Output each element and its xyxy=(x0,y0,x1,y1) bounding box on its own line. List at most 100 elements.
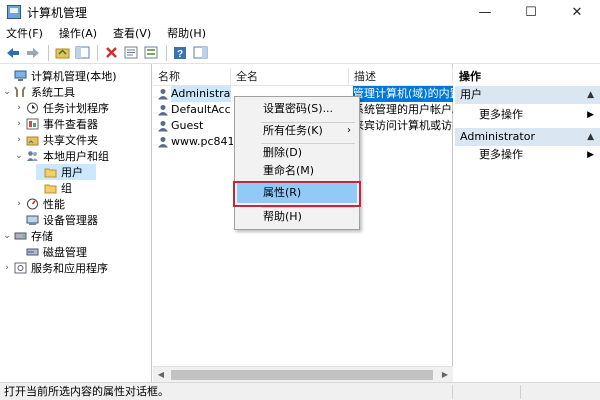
ctx-rename[interactable]: 重命名(M) xyxy=(237,161,357,181)
computer-management-icon xyxy=(14,70,27,82)
tree-item-users[interactable]: 用户 xyxy=(36,164,96,180)
tree-item-shared-folders[interactable]: › 共享文件夹 xyxy=(14,132,98,148)
more-actions-users[interactable]: 更多操作 ▶ xyxy=(455,106,600,124)
action-pane-icon[interactable] xyxy=(191,44,209,62)
user-name: Administrat... xyxy=(171,86,231,102)
scroll-left-icon[interactable]: ◀ xyxy=(153,367,169,383)
window-title: 计算机管理 xyxy=(27,5,88,20)
tree-item-task-scheduler[interactable]: › 任务计划程序 xyxy=(14,100,109,116)
submenu-arrow-icon: ▶ xyxy=(587,110,594,120)
console-tree: 计算机管理(本地) ⌄ 系统工具 › 任务计划程序 › 事件查看器 › 共享文件… xyxy=(0,64,152,382)
collapsed-chevron-icon[interactable]: › xyxy=(14,135,24,145)
user-account-icon xyxy=(157,120,169,132)
user-description: 管理计算机(域)的内置帐 xyxy=(353,86,453,102)
toolbar-separator xyxy=(97,44,98,61)
scroll-right-icon[interactable]: ▶ xyxy=(437,367,453,383)
computer-management-icon xyxy=(7,5,21,19)
user-description xyxy=(353,134,453,150)
shared-folder-icon xyxy=(26,134,39,146)
folder-icon xyxy=(44,182,57,194)
clock-icon xyxy=(26,102,39,114)
user-account-icon xyxy=(157,104,169,116)
tree-item-services-apps[interactable]: › 服务和应用程序 xyxy=(2,260,108,276)
disk-management-icon xyxy=(26,246,39,258)
collapsed-chevron-icon[interactable]: › xyxy=(14,199,24,209)
menu-file[interactable]: 文件(F) xyxy=(6,25,43,41)
minimize-button[interactable]: — xyxy=(462,0,508,24)
tree-item-device-manager[interactable]: 设备管理器 xyxy=(24,212,98,228)
services-icon xyxy=(14,262,27,274)
tree-item-disk-management[interactable]: 磁盘管理 xyxy=(24,244,87,260)
tree-item-event-viewer[interactable]: › 事件查看器 xyxy=(14,116,98,132)
submenu-arrow-icon: ▶ xyxy=(587,150,594,160)
context-menu: 设置密码(S)... 所有任务(K) › 删除(D) 重命名(M) 属性(R) … xyxy=(234,96,360,230)
status-bar: 打开当前所选内容的属性对话框。 xyxy=(0,382,600,400)
user-description: 系统管理的用户帐户。 xyxy=(353,103,453,116)
help-icon[interactable]: ? xyxy=(171,44,189,62)
collapse-up-icon[interactable]: ▲ xyxy=(587,128,594,146)
system-tools-icon xyxy=(14,86,27,98)
title-bar: 计算机管理 — ☐ ✕ xyxy=(0,0,600,24)
status-divider xyxy=(520,385,521,399)
scroll-thumb[interactable] xyxy=(171,370,433,380)
column-fullname[interactable]: 全名 xyxy=(231,68,349,86)
collapsed-chevron-icon[interactable]: › xyxy=(14,119,24,129)
user-name: DefaultAcc... xyxy=(171,103,231,116)
user-account-icon xyxy=(157,136,169,148)
user-name: Guest xyxy=(171,119,204,132)
status-divider xyxy=(452,385,453,399)
menu-help[interactable]: 帮助(H) xyxy=(167,25,206,41)
ctx-help[interactable]: 帮助(H) xyxy=(237,207,357,227)
action-group-administrator[interactable]: Administrator ▲ xyxy=(455,128,600,146)
export-list-icon[interactable] xyxy=(142,44,160,62)
tree-item-local-users-groups[interactable]: ⌄ 本地用户和组 xyxy=(14,148,109,164)
more-actions-administrator[interactable]: 更多操作 ▶ xyxy=(455,146,600,164)
expanded-chevron-icon[interactable]: ⌄ xyxy=(14,151,24,161)
show-hide-tree-icon[interactable] xyxy=(73,44,91,62)
tree-item-computer-management[interactable]: 计算机管理(本地) xyxy=(2,68,117,84)
toolbar: ? xyxy=(0,42,600,64)
collapsed-chevron-icon[interactable]: › xyxy=(2,263,12,273)
tree-item-performance[interactable]: › 性能 xyxy=(14,196,65,212)
collapsed-chevron-icon[interactable]: › xyxy=(14,103,24,113)
delete-x-icon[interactable] xyxy=(102,44,120,62)
tree-item-storage[interactable]: ⌄ 存储 xyxy=(2,228,53,244)
maximize-button[interactable]: ☐ xyxy=(508,0,554,24)
list-header: 名称 全名 描述 xyxy=(153,68,453,86)
expanded-chevron-icon[interactable]: ⌄ xyxy=(2,231,12,241)
forward-arrow-icon[interactable] xyxy=(24,44,42,62)
action-pane-header: 操作 xyxy=(459,70,481,83)
event-viewer-icon xyxy=(26,118,39,130)
close-button[interactable]: ✕ xyxy=(554,0,600,24)
action-pane: 操作 用户 ▲ 更多操作 ▶ Administrator ▲ 更多操作 ▶ xyxy=(455,64,600,382)
submenu-arrow-icon: › xyxy=(347,125,351,136)
horizontal-scrollbar[interactable]: ◀ ▶ xyxy=(153,366,453,382)
properties-icon[interactable] xyxy=(122,44,140,62)
performance-icon xyxy=(26,198,39,210)
ctx-delete[interactable]: 删除(D) xyxy=(237,143,357,163)
highlight-callout-box xyxy=(233,181,361,207)
tree-item-groups[interactable]: 组 xyxy=(36,180,72,196)
device-manager-icon xyxy=(26,214,39,226)
up-folder-icon[interactable] xyxy=(53,44,71,62)
collapse-up-icon[interactable]: ▲ xyxy=(587,86,594,104)
ctx-set-password[interactable]: 设置密码(S)... xyxy=(237,99,357,119)
tree-item-system-tools[interactable]: ⌄ 系统工具 xyxy=(2,84,75,100)
column-description[interactable]: 描述 xyxy=(349,68,453,86)
users-group-icon xyxy=(26,150,39,162)
storage-icon xyxy=(14,230,27,242)
user-description: 来宾访问计算机或访 xyxy=(353,119,452,132)
toolbar-separator xyxy=(166,44,167,61)
expanded-chevron-icon[interactable]: ⌄ xyxy=(2,87,12,97)
ctx-all-tasks[interactable]: 所有任务(K) › xyxy=(237,121,357,141)
menu-view[interactable]: 查看(V) xyxy=(113,25,151,41)
menu-bar: 文件(F) 操作(A) 查看(V) 帮助(H) xyxy=(0,24,600,42)
user-account-icon xyxy=(157,88,169,100)
back-arrow-icon[interactable] xyxy=(4,44,22,62)
menu-action[interactable]: 操作(A) xyxy=(59,25,97,41)
toolbar-separator xyxy=(48,44,49,61)
column-name[interactable]: 名称 xyxy=(153,68,231,86)
user-name: www.pc841.... xyxy=(171,135,233,148)
status-text: 打开当前所选内容的属性对话框。 xyxy=(4,385,169,398)
action-group-users[interactable]: 用户 ▲ xyxy=(455,86,600,104)
